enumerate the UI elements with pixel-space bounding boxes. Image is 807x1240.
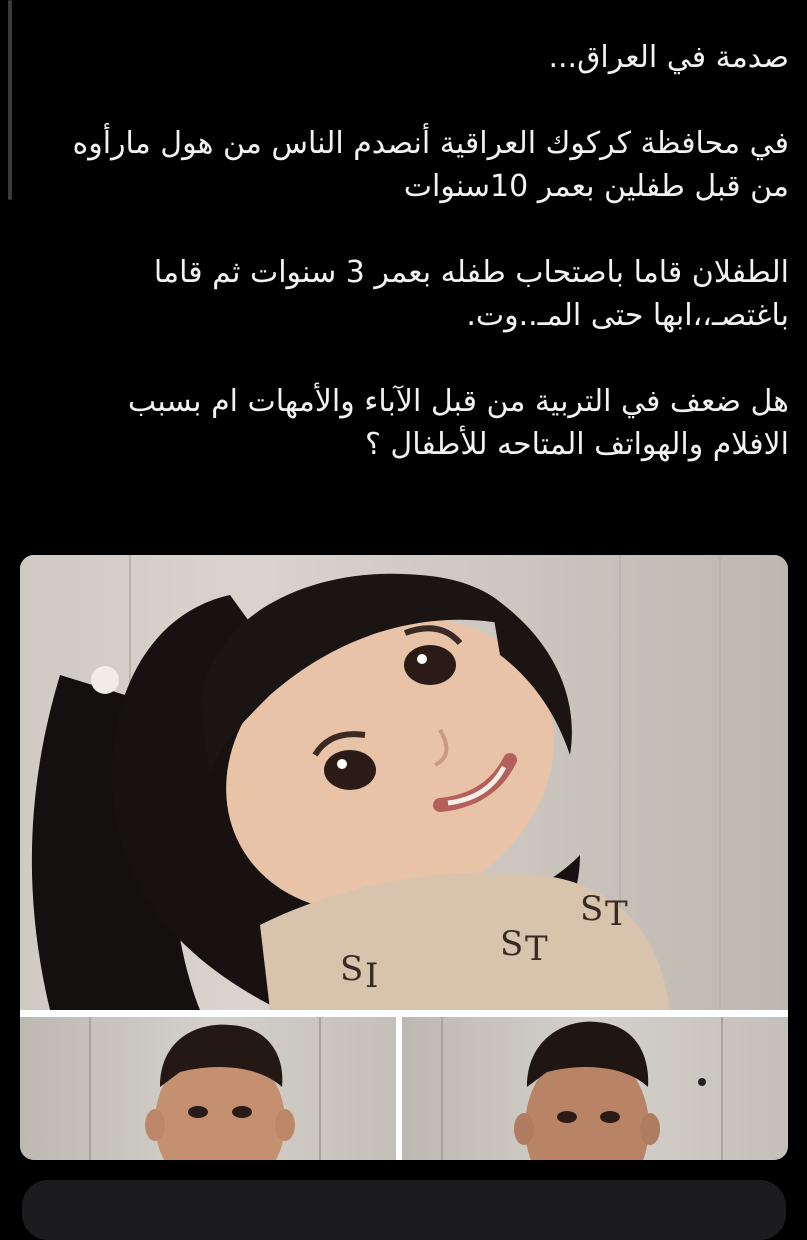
boy-2-photo-illustration — [441, 1017, 723, 1160]
scrollbar[interactable] — [8, 0, 12, 200]
paragraph-2-line-2: باغتصـ،،ابها حتى المـ..وت. — [466, 298, 789, 333]
post-text: صدمة في العراق... في محافظة كركوك العراق… — [30, 36, 789, 466]
photo-of-smiling-girl[interactable]: SI ST ST — [20, 555, 788, 1010]
svg-text:T: T — [525, 929, 548, 969]
reply-composer[interactable] — [22, 1180, 786, 1240]
paragraph-3-line-2: الافلام والهواتف المتاحه للأطفال ؟ — [364, 427, 789, 462]
paragraph-3-line-1: هل ضعف في التربية من قبل الآباء والأمهات… — [127, 384, 789, 419]
svg-text:S: S — [500, 924, 523, 964]
media-gallery: SI ST ST — [20, 555, 788, 1160]
svg-text:S: S — [580, 889, 603, 929]
svg-text:T: T — [605, 894, 628, 934]
svg-text:I: I — [365, 956, 378, 996]
photo-of-boy-2[interactable] — [402, 1017, 788, 1160]
gallery-divider — [20, 1010, 788, 1017]
paragraph-1-line-1: في محافظة كركوك العراقية أنصدم الناس من … — [72, 126, 789, 161]
paragraph-2-line-1: الطفلان قاما باصتحاب طفله بعمر 3 سنوات ث… — [153, 255, 789, 290]
paragraph-1-line-2: من قبل طفلين بعمر 10سنوات — [403, 169, 789, 204]
photo-of-boy-1[interactable] — [20, 1017, 396, 1160]
svg-text:S: S — [340, 949, 363, 989]
girl-photo-illustration: SI ST ST — [31, 555, 721, 1010]
boy-1-photo-illustration — [89, 1017, 321, 1160]
post-title: صدمة في العراق... — [548, 40, 789, 75]
